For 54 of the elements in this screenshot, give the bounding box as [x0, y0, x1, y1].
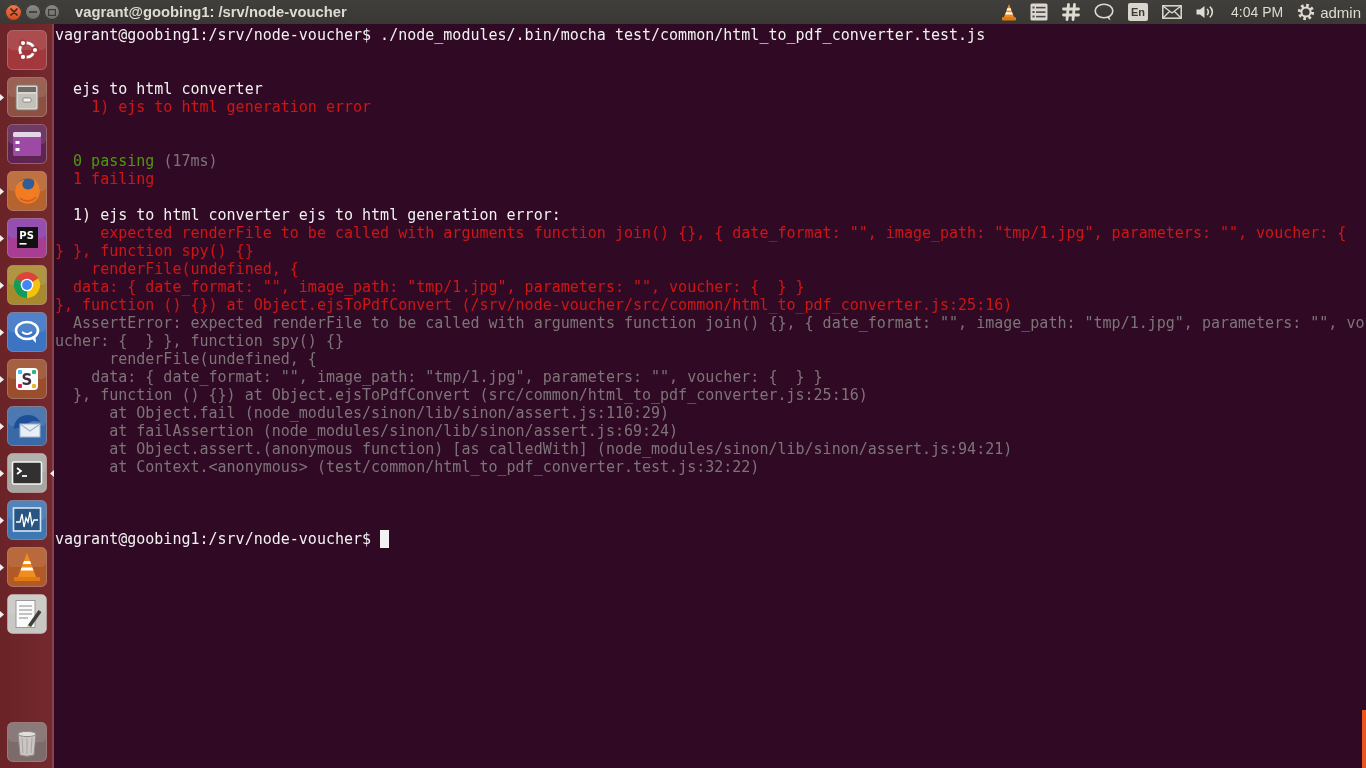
window-icon[interactable] — [7, 124, 47, 164]
traffic-cone-icon[interactable] — [1001, 3, 1016, 21]
chat-bubble-icon[interactable] — [7, 312, 47, 352]
error-text: 1) ejs to html generation error — [91, 98, 372, 116]
clock[interactable]: 4:04 PM — [1231, 4, 1284, 20]
settings-icon[interactable] — [1297, 3, 1316, 21]
mail-icon[interactable] — [1162, 5, 1182, 19]
error-text: } }, function spy() {} — [55, 242, 254, 260]
secondary-text: at Context.<anonymous> (test/common/html_to_pdf_converter.test.js:32:22) — [109, 458, 760, 476]
scrollbar-thumb[interactable] — [1362, 710, 1366, 768]
secondary-text: at Object.assert.(anonymous function) [as calledWith] (node_modules/sinon/lib/sinon/assert.js:94:21) — [109, 440, 1013, 458]
error-text: renderFile(undefined, { — [91, 260, 299, 278]
color-wheel-icon[interactable] — [7, 265, 47, 305]
secondary-text: AssertError: expected renderFile to be called with arguments function join() {}, { date_format: "", image_path: "tmp/1.jpg", parameters: "", vo — [73, 314, 1365, 332]
error-text: expected renderFile to be called with arguments function join() {}, { date_format: "", image_path: "tmp/1.jpg", parameters: "", voucher: { — [100, 224, 1347, 242]
volume-icon[interactable] — [1196, 4, 1214, 20]
terminal-text: 1) ejs to html converter ejs to html generation error: — [73, 206, 561, 224]
circle-logo-icon[interactable] — [7, 30, 47, 70]
secondary-text: ucher: { } }, function spy() {} — [55, 332, 344, 350]
waveform-monitor-icon[interactable] — [7, 500, 47, 540]
secondary-text: }, function () {}) at Object.ejsToPdfConvert (src/common/html_to_pdf_converter.js:25:16) — [73, 386, 868, 404]
hash-icon[interactable] — [1061, 3, 1080, 21]
error-text: data: { date_format: "", image_path: "tmp/1.jpg", parameters: "", voucher: { } } — [73, 278, 805, 296]
command-text: ./node_modules/.bin/mocha test/common/html_to_pdf_converter.test.js — [380, 26, 986, 44]
close-button[interactable] — [5, 3, 22, 21]
secondary-text: renderFile(undefined, { — [109, 350, 317, 368]
letter-tile-icon[interactable]: PS — [7, 218, 47, 258]
error-text: }, function () {}) at Object.ejsToPdfConvert (/srv/node-voucher/src/common/html_to_pdf_converter.js:25:16) — [55, 296, 1013, 314]
shell-prompt: vagrant@goobing1:/srv/node-voucher$ — [55, 530, 372, 548]
list-icon[interactable] — [1029, 3, 1048, 21]
keyboard-layout-indicator[interactable]: En — [1127, 3, 1148, 21]
trash-icon[interactable] — [7, 722, 47, 762]
passing-count: 0 passing — [73, 152, 155, 170]
shell-prompt: vagrant@goobing1:/srv/node-voucher$ — [55, 26, 372, 44]
secondary-text: data: { date_format: "", image_path: "tmp/1.jpg", parameters: "", voucher: { } } — [91, 368, 823, 386]
close-icon — [9, 8, 18, 16]
maximize-icon — [48, 8, 56, 16]
pencil-paper-icon[interactable] — [7, 594, 47, 634]
terminal-icon[interactable] — [7, 453, 47, 493]
file-cabinet-icon[interactable] — [7, 77, 47, 117]
window-title: vagrant@goobing1: /srv/node-voucher — [75, 4, 347, 20]
maximize-button[interactable] — [44, 4, 60, 20]
user-name[interactable]: admin — [1320, 3, 1361, 21]
minimize-icon — [29, 11, 37, 13]
secondary-text: at failAssertion (node_modules/sinon/lib/sinon/assert.js:69:24) — [109, 422, 679, 440]
letter-tile-icon[interactable]: S — [7, 359, 47, 399]
minimize-button[interactable] — [25, 4, 41, 20]
traffic-cone-icon[interactable] — [7, 547, 47, 587]
secondary-text: (17ms) — [163, 152, 218, 170]
envelope-icon[interactable] — [7, 406, 47, 446]
secondary-text: at Object.fail (node_modules/sinon/lib/sinon/assert.js:110:29) — [109, 404, 670, 422]
error-text: 1 failing — [73, 170, 155, 188]
chat-bubble-icon[interactable] — [1093, 3, 1114, 21]
terminal-text: ejs to html converter — [73, 80, 263, 98]
